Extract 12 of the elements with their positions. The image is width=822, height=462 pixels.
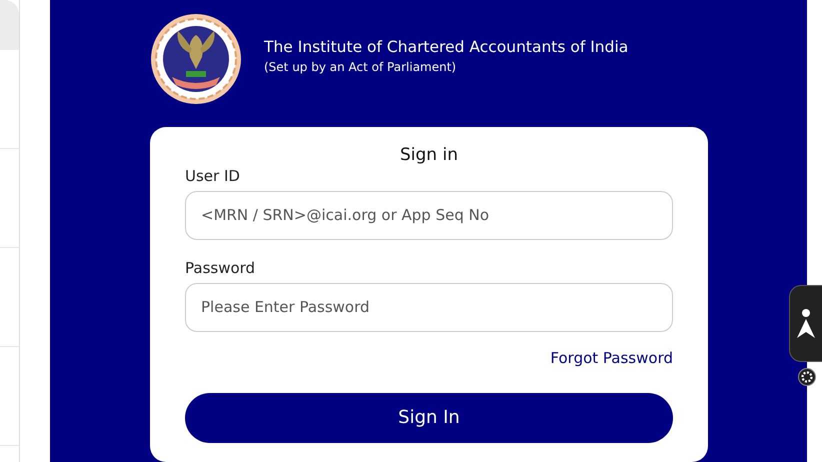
input-field[interactable]: <MRN / SRN>@icai.org or App Seq No (185, 190, 673, 240)
forgot-password-link[interactable]: Forgot Password (550, 348, 673, 367)
field-label: Password (185, 258, 256, 277)
institute-name: The Institute of Chartered Accountants of India (264, 38, 628, 56)
person-icon (796, 308, 816, 338)
settings-icon[interactable] (798, 368, 816, 386)
signin-heading: Sign in (400, 144, 458, 165)
signin-button[interactable]: Sign In (185, 392, 673, 443)
institute-subtitle: (Set up by an Act of Parliament) (264, 60, 458, 74)
accessibility-button[interactable] (789, 285, 822, 362)
input-field[interactable]: Please Enter Password (185, 282, 673, 332)
field-label: User ID (185, 166, 241, 185)
